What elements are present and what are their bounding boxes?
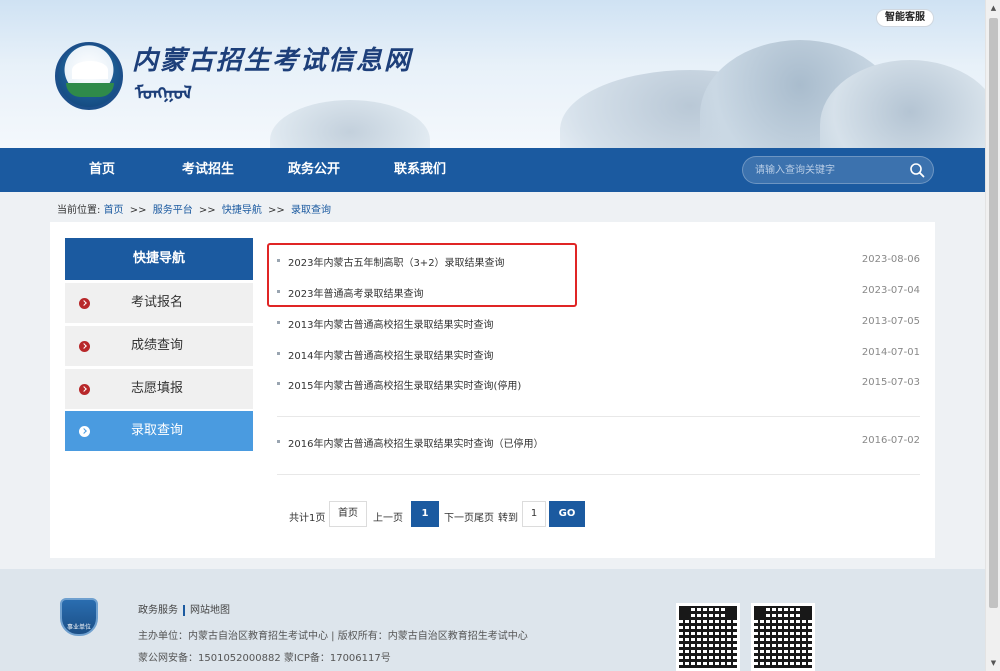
mongolian-site-title: ᠮᠣᠩᠭᠣᠯ <box>135 83 192 104</box>
scroll-up-arrow-icon[interactable]: ▲ <box>986 0 1000 16</box>
list-item-date: 2015-07-03 <box>861 377 920 388</box>
nav-item-exams[interactable]: 考试招生 <box>182 148 234 192</box>
breadcrumb-separator: >> <box>198 205 216 216</box>
list-item-date: 2013-07-05 <box>861 316 920 327</box>
breadcrumb-quick-nav[interactable]: 快捷导航 <box>222 205 262 216</box>
pagination-first-button[interactable]: 首页 <box>329 501 367 527</box>
list-bullet <box>277 352 280 355</box>
list-item-date: 2023-07-04 <box>861 285 920 296</box>
sidebar-item-application[interactable]: 志愿填报 <box>65 369 253 409</box>
list-item-date: 2014-07-01 <box>861 347 920 358</box>
list-item-date: 2023-08-06 <box>861 254 920 265</box>
breadcrumb-admission-query[interactable]: 录取查询 <box>291 205 331 216</box>
sidebar-title: 快捷导航 <box>65 238 253 280</box>
page-scrollbar[interactable]: ▲ ▼ <box>985 0 1000 671</box>
smart-service-button[interactable]: 智能客服 <box>876 9 934 27</box>
breadcrumb-home[interactable]: 首页 <box>104 205 124 216</box>
nav-item-contact[interactable]: 联系我们 <box>394 148 446 192</box>
header-banner: 内蒙古招生考试信息网 ᠮᠣᠩᠭᠣᠯ 智能客服 <box>0 0 985 148</box>
list-item[interactable]: 2014年内蒙古普通高校招生录取结果实时查询 2014-07-01 <box>277 345 920 365</box>
highlight-box <box>267 243 577 307</box>
list-item[interactable]: 2016年内蒙古普通高校招生录取结果实时查询（已停用） 2016-07-02 <box>277 433 920 453</box>
sidebar-item-admission-query[interactable]: 录取查询 <box>65 411 253 451</box>
arrow-bullet-icon <box>79 298 90 309</box>
sidebar-item-label: 录取查询 <box>131 423 184 438</box>
list-bullet <box>277 382 280 385</box>
breadcrumb-prefix: 当前位置: <box>57 205 101 216</box>
scroll-thumb[interactable] <box>989 18 998 608</box>
scroll-down-arrow-icon[interactable]: ▼ <box>986 655 1000 671</box>
breadcrumb-service-platform[interactable]: 服务平台 <box>153 205 193 216</box>
breadcrumb: 当前位置: 首页 >> 服务平台 >> 快捷导航 >> 录取查询 <box>57 201 331 216</box>
list-item[interactable]: 2015年内蒙古普通高校招生录取结果实时查询(停用) 2015-07-03 <box>277 375 920 395</box>
footer-links: 政务服务 网站地图 <box>138 601 230 616</box>
badge-label: 事业单位 <box>66 624 91 631</box>
nav-item-government[interactable]: 政务公开 <box>288 148 340 192</box>
sidebar-item-label: 考试报名 <box>131 295 184 310</box>
pagination-current-page[interactable]: 1 <box>411 501 439 527</box>
list-item-title[interactable]: 2013年内蒙古普通高校招生录取结果实时查询 <box>288 316 493 331</box>
site-title[interactable]: 内蒙古招生考试信息网 <box>132 40 412 77</box>
pagination-prev-button[interactable]: 上一页 <box>373 509 403 524</box>
sidebar-item-label: 成绩查询 <box>131 338 184 353</box>
pagination-goto-label: 转到 <box>498 513 518 524</box>
pagination-goto-input[interactable]: 1 <box>522 501 546 527</box>
qr-code-icon <box>751 603 815 671</box>
footer-record-line: 蒙公网安备：1501052000882 蒙ICP备：17006117号 <box>138 653 391 664</box>
sidebar-item-score-query[interactable]: 成绩查询 <box>65 326 253 366</box>
list-item-date: 2016-07-02 <box>861 435 920 446</box>
breadcrumb-separator: >> <box>268 205 285 216</box>
list-divider <box>277 416 920 417</box>
site-logo-icon[interactable] <box>55 42 123 110</box>
list-bullet <box>277 440 280 443</box>
footer-host-line: 主办单位：内蒙古自治区教育招生考试中心 | 版权所有：内蒙古自治区教育招生考试中… <box>138 631 528 642</box>
search-box <box>742 156 934 184</box>
breadcrumb-separator: >> <box>129 205 147 216</box>
arrow-bullet-icon <box>79 426 90 437</box>
sidebar-item-label: 志愿填报 <box>131 381 184 396</box>
list-item-title[interactable]: 2015年内蒙古普通高校招生录取结果实时查询(停用) <box>288 377 521 392</box>
list-divider <box>277 474 920 475</box>
arrow-bullet-icon <box>79 341 90 352</box>
footer-link-sitemap[interactable]: 网站地图 <box>190 605 230 616</box>
list-item-title[interactable]: 2014年内蒙古普通高校招生录取结果实时查询 <box>288 347 493 362</box>
pagination-next-last-button[interactable]: 下一页尾页 <box>444 509 494 524</box>
footer-link-government-service[interactable]: 政务服务 <box>138 605 178 616</box>
list-bullet <box>277 321 280 324</box>
pagination-total: 共计1页 <box>289 513 326 524</box>
sidebar-item-exam-registration[interactable]: 考试报名 <box>65 283 253 323</box>
pagination-go-button[interactable]: GO <box>549 501 585 527</box>
search-input[interactable] <box>755 157 905 183</box>
list-item-title[interactable]: 2016年内蒙古普通高校招生录取结果实时查询（已停用） <box>288 435 543 450</box>
qr-code-icon <box>676 603 740 671</box>
search-icon[interactable] <box>909 162 925 178</box>
banner-mountain <box>270 100 430 148</box>
arrow-bullet-icon <box>79 384 90 395</box>
nav-item-home[interactable]: 首页 <box>89 148 115 192</box>
list-item[interactable]: 2013年内蒙古普通高校招生录取结果实时查询 2013-07-05 <box>277 314 920 334</box>
